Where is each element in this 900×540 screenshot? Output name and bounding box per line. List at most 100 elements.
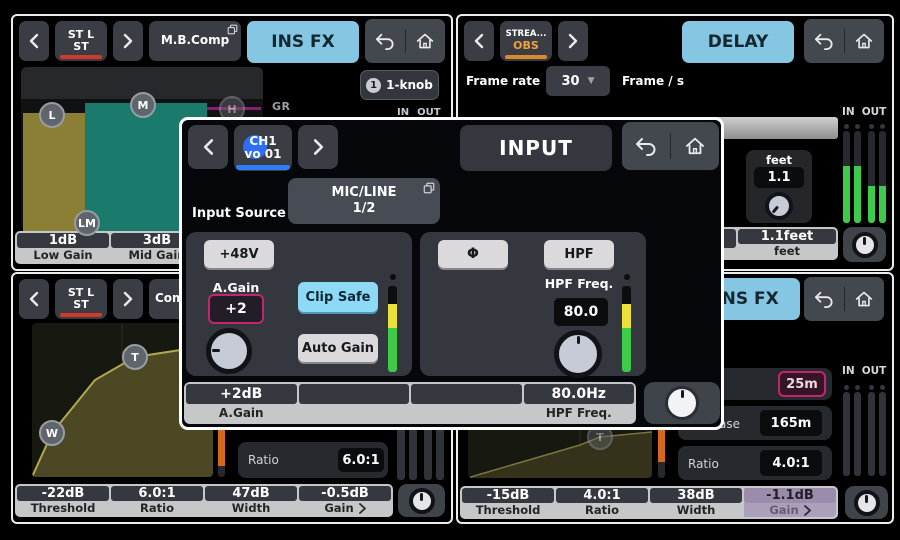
touch-knob-button[interactable] — [845, 486, 888, 519]
auto-gain-button[interactable]: Auto Gain — [298, 334, 378, 362]
feet-value[interactable]: 1.1 — [754, 167, 804, 188]
out-meter-left — [868, 392, 875, 476]
channel-select-button[interactable]: STREA... OBS — [500, 21, 552, 61]
threshold-handle[interactable]: T — [122, 344, 148, 370]
next-channel-button[interactable] — [113, 21, 143, 61]
readout-value: 4.0:1 — [556, 488, 648, 503]
prev-channel-button[interactable] — [188, 125, 228, 169]
hpf-freq-knob[interactable] — [554, 330, 602, 378]
tab-ins-fx[interactable]: INS FX — [247, 21, 359, 63]
phase-button[interactable]: Φ — [438, 240, 508, 268]
readout-value: +2dB — [186, 384, 297, 404]
readout-3[interactable] — [411, 384, 522, 422]
band-handle-lowmid[interactable]: LM — [74, 210, 100, 236]
meter-peak-dot — [855, 385, 860, 390]
touch-knob-button[interactable] — [843, 227, 886, 262]
home-button[interactable] — [406, 19, 446, 63]
clip-indicator-dot — [390, 274, 396, 280]
handle-label: M — [138, 99, 149, 112]
clip-safe-button[interactable]: Clip Safe — [298, 282, 378, 312]
band-handle-mid[interactable]: M — [130, 92, 156, 118]
ratio-row[interactable]: Ratio 4.0:1 — [678, 446, 832, 480]
readout-value: -1.1dB — [744, 488, 836, 503]
chevron-right-icon — [123, 33, 133, 49]
band-handle-low[interactable]: L — [39, 102, 65, 128]
readout-ratio[interactable]: 6.0:1Ratio — [111, 486, 203, 515]
tab-label: DELAY — [708, 32, 768, 52]
channel-color-bar — [60, 55, 102, 59]
out-label: OUT — [862, 365, 887, 377]
value-text: 25m — [786, 377, 818, 392]
touch-knob-button[interactable] — [398, 484, 445, 517]
home-button[interactable] — [845, 19, 885, 63]
readout-gain[interactable]: -0.5dB Gain — [299, 486, 391, 515]
frame-rate-dropdown[interactable]: 30 ▼ — [546, 66, 610, 96]
prev-channel-button[interactable] — [19, 279, 49, 319]
readout-threshold[interactable]: -22dBThreshold — [17, 486, 109, 515]
ratio-value: 4.0:1 — [760, 450, 822, 476]
hpf-button[interactable]: HPF — [544, 240, 614, 268]
again-knob[interactable] — [206, 328, 252, 374]
readout-low-gain[interactable]: 1dBLow Gain — [17, 233, 109, 262]
readout-width[interactable]: 38dBWidth — [650, 488, 742, 517]
handle-label: T — [131, 351, 139, 364]
phantom-48v-button[interactable]: +48V — [204, 240, 274, 268]
touch-knob-button[interactable] — [644, 382, 720, 424]
plugin-select-button[interactable]: M.B.Comp — [149, 21, 241, 61]
io-meter-labels: IN OUT — [842, 365, 886, 377]
one-knob-icon: 1 — [366, 78, 381, 93]
width-handle[interactable]: W — [39, 420, 65, 446]
one-knob-button[interactable]: 1 1-knob — [360, 70, 439, 100]
readout-label — [299, 404, 410, 422]
prev-channel-button[interactable] — [464, 21, 494, 61]
in-meter-right — [854, 131, 861, 223]
undo-button[interactable] — [365, 19, 405, 63]
knob-icon — [854, 490, 880, 516]
undo-button[interactable] — [622, 122, 670, 170]
readout-value: 38dB — [650, 488, 742, 503]
readout-label — [411, 404, 522, 422]
again-value[interactable]: +2 — [208, 294, 264, 324]
meter-peak-dot — [869, 124, 874, 129]
readout-value: 1.1feet — [738, 229, 836, 244]
readout-width[interactable]: 47dBWidth — [205, 486, 297, 515]
tab-label: INS FX — [271, 32, 334, 52]
ratio-row[interactable]: Ratio 6.0:1 — [238, 442, 388, 478]
meter-peak-dot — [880, 385, 885, 390]
channel-name-line2: vo 01 — [245, 148, 282, 161]
readout-hpf-freq[interactable]: 80.0HzHPF Freq. — [524, 384, 635, 422]
input-source-line1: MIC/LINE — [332, 185, 397, 201]
home-button[interactable] — [671, 122, 719, 170]
ratio-label: Ratio — [248, 453, 279, 467]
readout-threshold[interactable]: -15dBThreshold — [462, 488, 554, 517]
readout-strip: -22dBThreshold 6.0:1Ratio 47dBWidth -0.5… — [15, 484, 393, 517]
undo-button[interactable] — [804, 277, 844, 321]
out-meter-right — [879, 131, 886, 223]
readout-value: -15dB — [462, 488, 554, 503]
frame-rate-unit: Frame / s — [622, 74, 684, 88]
channel-select-button[interactable]: ST L ST — [55, 279, 107, 319]
hpf-freq-value[interactable]: 80.0 — [554, 298, 608, 326]
input-source-button[interactable]: MIC/LINE 1/2 — [288, 178, 440, 224]
chevron-right-icon — [123, 291, 133, 307]
home-button[interactable] — [845, 277, 885, 321]
readout-ratio[interactable]: 4.0:1Ratio — [556, 488, 648, 517]
prev-channel-button[interactable] — [19, 21, 49, 61]
readout-again[interactable]: +2dBA.Gain — [186, 384, 297, 422]
readout-gain-selected[interactable]: -1.1dB Gain — [744, 488, 836, 517]
button-label: Φ — [467, 246, 479, 262]
next-channel-button[interactable] — [113, 279, 143, 319]
undo-button[interactable] — [804, 19, 844, 63]
readout-label: Width — [205, 501, 297, 515]
io-meter-labels: IN OUT — [842, 106, 886, 118]
next-channel-button[interactable] — [558, 21, 588, 61]
tab-delay[interactable]: DELAY — [682, 21, 794, 63]
readout-feet[interactable]: 1.1feetfeet — [738, 229, 836, 258]
readout-value: 6.0:1 — [111, 486, 203, 501]
channel-select-button[interactable]: ST L ST — [55, 21, 107, 61]
feet-knob[interactable] — [765, 192, 793, 220]
readout-2[interactable] — [299, 384, 410, 422]
channel-select-button[interactable]: CH1 vo 01 — [234, 125, 292, 171]
next-channel-button[interactable] — [298, 125, 338, 169]
phase-hpf-card: Φ HPF HPF Freq. 80.0 — [420, 232, 646, 376]
